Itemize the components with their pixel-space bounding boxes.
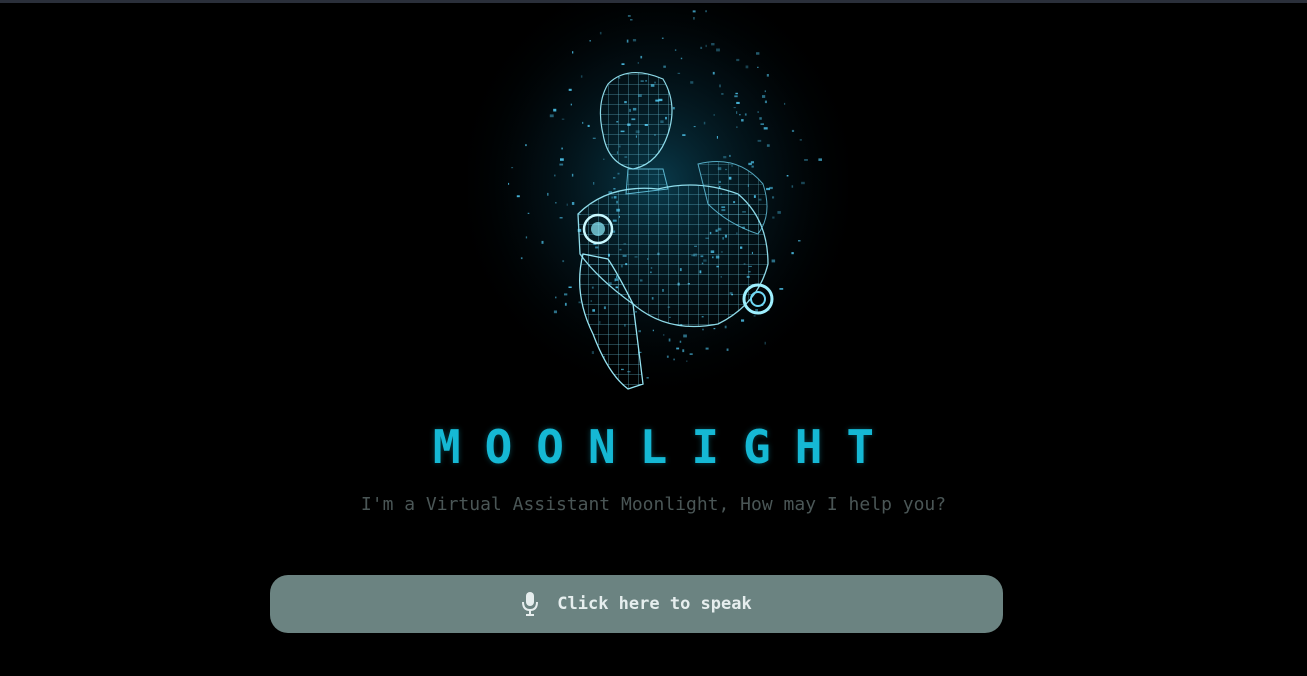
assistant-page: MOONLIGHT I'm a Virtual Assistant Moonli… [0,0,1307,676]
window-top-border [0,0,1307,3]
speak-button-label: Click here to speak [557,594,752,614]
hero-hologram-image [468,4,848,404]
speak-button[interactable]: Click here to speak [270,575,1003,633]
app-subtitle: I'm a Virtual Assistant Moonlight, How m… [360,494,947,515]
app-title: MOONLIGHT [432,420,899,474]
microphone-icon [521,591,539,617]
